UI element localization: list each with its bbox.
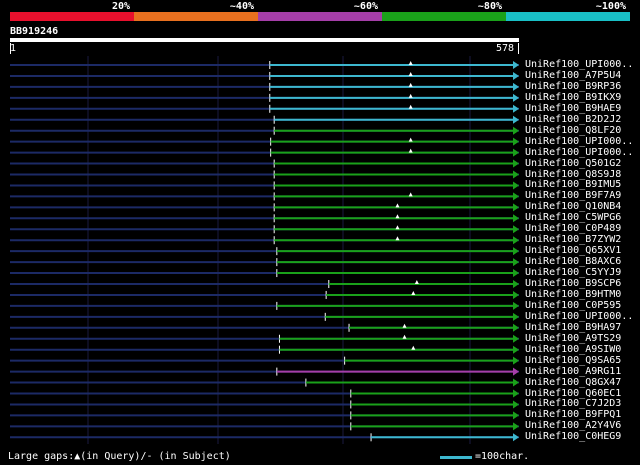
hit-label[interactable]: UniRef100_Q8LF20 — [525, 125, 621, 136]
hit-arrow — [513, 159, 519, 168]
hit-label[interactable]: UniRef100_UPI000.. — [525, 59, 633, 70]
scale-legend-text: =100char. — [475, 451, 530, 462]
hit-label[interactable]: UniRef100_C0P595 — [525, 300, 621, 311]
hit-label[interactable]: UniRef100_B9HA97 — [525, 322, 621, 333]
hit-arrow — [513, 334, 519, 343]
hit-arrow — [513, 203, 519, 212]
hit-label[interactable]: UniRef100_A9SIW0 — [525, 344, 621, 355]
hit-label[interactable]: UniRef100_B9IKX9 — [525, 92, 621, 103]
hit-arrow — [513, 356, 519, 365]
hit-arrow — [513, 247, 519, 256]
hit-arrow — [513, 422, 519, 431]
gap-marker — [408, 148, 413, 153]
hit-arrow — [513, 104, 519, 113]
gap-marker — [408, 61, 413, 65]
hit-label[interactable]: UniRef100_C7J2D3 — [525, 398, 621, 409]
gap-marker — [408, 93, 413, 98]
gap-marker — [408, 137, 413, 142]
gap-marker — [395, 225, 400, 230]
hit-label[interactable]: UniRef100_Q8GX47 — [525, 377, 621, 388]
hit-label[interactable]: UniRef100_Q8S9J8 — [525, 169, 621, 180]
hit-arrow — [513, 411, 519, 420]
hit-arrow — [513, 82, 519, 91]
hit-label[interactable]: UniRef100_B9IMU5 — [525, 179, 621, 190]
gap-marker — [408, 104, 413, 109]
hit-label[interactable]: UniRef100_B9HTM0 — [525, 289, 621, 300]
gap-marker — [414, 280, 419, 284]
hit-label[interactable]: UniRef100_Q10NB4 — [525, 201, 621, 212]
hit-label[interactable]: UniRef100_A7P5U4 — [525, 70, 621, 81]
hit-arrow — [513, 225, 519, 234]
hit-arrow — [513, 312, 519, 321]
hit-arrow — [513, 181, 519, 190]
hit-label[interactable]: UniRef100_B8AXC6 — [525, 256, 621, 267]
gap-marker — [408, 82, 413, 87]
hit-label[interactable]: UniRef100_B9FPQ1 — [525, 409, 621, 420]
hit-arrow — [513, 61, 519, 69]
gap-marker — [408, 192, 413, 197]
hit-label[interactable]: UniRef100_UPI000.. — [525, 311, 633, 322]
hit-arrow — [513, 269, 519, 278]
gap-marker — [411, 290, 416, 295]
gap-marker — [395, 236, 400, 241]
hit-label[interactable]: UniRef100_Q9SA65 — [525, 355, 621, 366]
hit-label[interactable]: UniRef100_C0P489 — [525, 223, 621, 234]
gap-marker — [402, 323, 407, 328]
hit-label[interactable]: UniRef100_B9HAE9 — [525, 103, 621, 114]
hit-label[interactable]: UniRef100_B9RP36 — [525, 81, 621, 92]
hit-arrow — [513, 71, 519, 80]
hit-arrow — [513, 115, 519, 124]
hit-label[interactable]: UniRef100_UPI000.. — [525, 147, 633, 158]
hit-arrow — [513, 137, 519, 146]
hit-arrow — [513, 214, 519, 223]
hit-arrow — [513, 400, 519, 409]
hit-arrow — [513, 148, 519, 157]
hit-arrow — [513, 389, 519, 398]
gap-marker — [395, 203, 400, 208]
hit-label[interactable]: UniRef100_B9SCP6 — [525, 278, 621, 289]
hit-label[interactable]: UniRef100_B7ZYW2 — [525, 234, 621, 245]
hit-arrow — [513, 345, 519, 354]
hit-arrow — [513, 236, 519, 245]
hit-label[interactable]: UniRef100_A2Y4V6 — [525, 420, 621, 431]
hit-label[interactable]: UniRef100_A9RG11 — [525, 366, 621, 377]
hit-label[interactable]: UniRef100_C5WPG6 — [525, 212, 621, 223]
hit-label[interactable]: UniRef100_Q60EC1 — [525, 388, 621, 399]
hit-label[interactable]: UniRef100_A9TS29 — [525, 333, 621, 344]
hit-arrow — [513, 433, 519, 442]
hit-label[interactable]: UniRef100_C5YYJ9 — [525, 267, 621, 278]
gap-legend: Large gaps:▲(in Query)/- (in Subject) — [8, 451, 231, 462]
hit-arrow — [513, 280, 519, 288]
hit-arrow — [513, 258, 519, 267]
hit-arrow — [513, 367, 519, 376]
hit-arrow — [513, 170, 519, 179]
hit-label[interactable]: UniRef100_Q65XV1 — [525, 245, 621, 256]
hit-label[interactable]: UniRef100_Q501G2 — [525, 158, 621, 169]
gap-marker — [402, 334, 407, 339]
hit-arrow — [513, 378, 519, 387]
hit-arrow — [513, 301, 519, 310]
hit-arrow — [513, 192, 519, 201]
hit-arrow — [513, 290, 519, 299]
scale-legend-line — [440, 456, 472, 459]
hit-label[interactable]: UniRef100_C0HEG9 — [525, 431, 621, 442]
gap-marker — [411, 345, 416, 350]
hit-arrow — [513, 126, 519, 135]
hit-arrow — [513, 93, 519, 102]
hit-label[interactable]: UniRef100_UPI000.. — [525, 136, 633, 147]
hit-label[interactable]: UniRef100_B9F7A9 — [525, 190, 621, 201]
gap-marker — [408, 71, 413, 76]
hit-arrow — [513, 323, 519, 332]
hit-label[interactable]: UniRef100_B2D2J2 — [525, 114, 621, 125]
gap-marker — [395, 214, 400, 219]
